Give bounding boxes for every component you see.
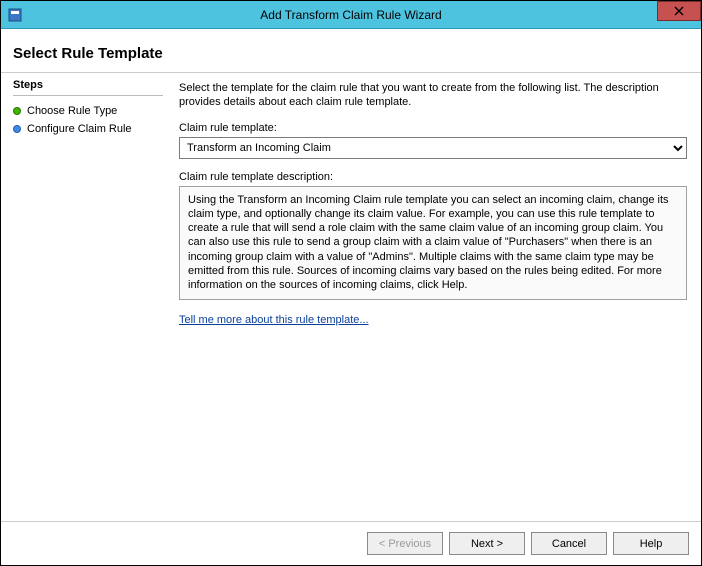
help-button[interactable]: Help (613, 532, 689, 555)
step-choose-rule-type[interactable]: Choose Rule Type (13, 102, 163, 120)
description-box: Using the Transform an Incoming Claim ru… (179, 186, 687, 300)
more-info-link[interactable]: Tell me more about this rule template... (179, 314, 687, 326)
window-title: Add Transform Claim Rule Wizard (1, 8, 701, 22)
step-label: Configure Claim Rule (27, 123, 132, 135)
step-bullet-pending-icon (13, 125, 21, 133)
intro-text: Select the template for the claim rule t… (179, 81, 687, 110)
previous-button: < Previous (367, 532, 443, 555)
step-bullet-active-icon (13, 107, 21, 115)
template-label: Claim rule template: (179, 122, 687, 134)
step-label: Choose Rule Type (27, 105, 117, 117)
claim-rule-template-select[interactable]: Transform an Incoming Claim (179, 137, 687, 159)
cancel-button[interactable]: Cancel (531, 532, 607, 555)
content: Steps Choose Rule Type Configure Claim R… (1, 73, 701, 521)
steps-sidebar: Steps Choose Rule Type Configure Claim R… (1, 73, 171, 521)
step-configure-claim-rule[interactable]: Configure Claim Rule (13, 120, 163, 138)
next-button[interactable]: Next > (449, 532, 525, 555)
titlebar: Add Transform Claim Rule Wizard (1, 1, 701, 29)
main-pane: Select the template for the claim rule t… (171, 73, 701, 521)
steps-heading: Steps (13, 79, 163, 96)
page-title: Select Rule Template (1, 29, 701, 64)
close-button[interactable] (657, 1, 701, 21)
close-icon (674, 6, 684, 16)
app-icon (7, 7, 23, 23)
footer: < Previous Next > Cancel Help (1, 521, 701, 565)
description-label: Claim rule template description: (179, 171, 687, 183)
